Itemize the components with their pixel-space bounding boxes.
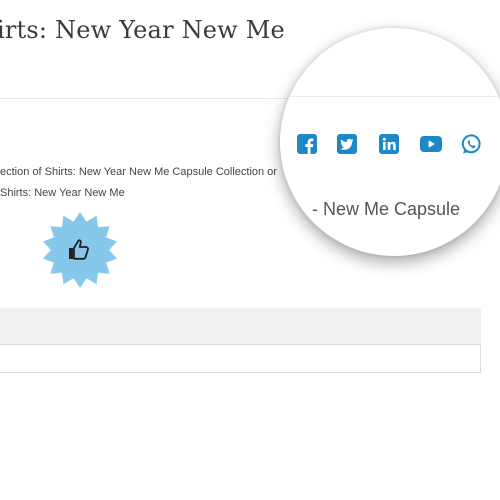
divider [280, 96, 500, 97]
thumbs-up-icon [69, 239, 89, 260]
grey-bar [0, 308, 481, 344]
youtube-icon[interactable] [419, 133, 442, 155]
whatsapp-icon[interactable] [460, 133, 482, 155]
magnified-text-prefix: - [312, 199, 323, 219]
twitter-icon[interactable] [336, 133, 358, 155]
magnifier-lens: - New Me Capsule [280, 28, 500, 256]
magnified-text: - New Me Capsule [312, 199, 460, 220]
linkedin-icon[interactable] [378, 133, 400, 155]
description-line: Shirts: New Year New Me [0, 187, 125, 199]
product-description: ection of Shirts: New Year New Me Capsul… [0, 162, 300, 204]
facebook-icon[interactable] [296, 133, 318, 155]
page-title: irts: New Year New Me [0, 16, 285, 44]
input-box[interactable] [0, 344, 481, 373]
social-icons [296, 133, 500, 157]
description-line: ection of Shirts: New Year New Me Capsul… [0, 166, 277, 178]
magnified-collection-text: New Me Capsule [323, 199, 461, 219]
like-badge[interactable] [40, 210, 120, 290]
